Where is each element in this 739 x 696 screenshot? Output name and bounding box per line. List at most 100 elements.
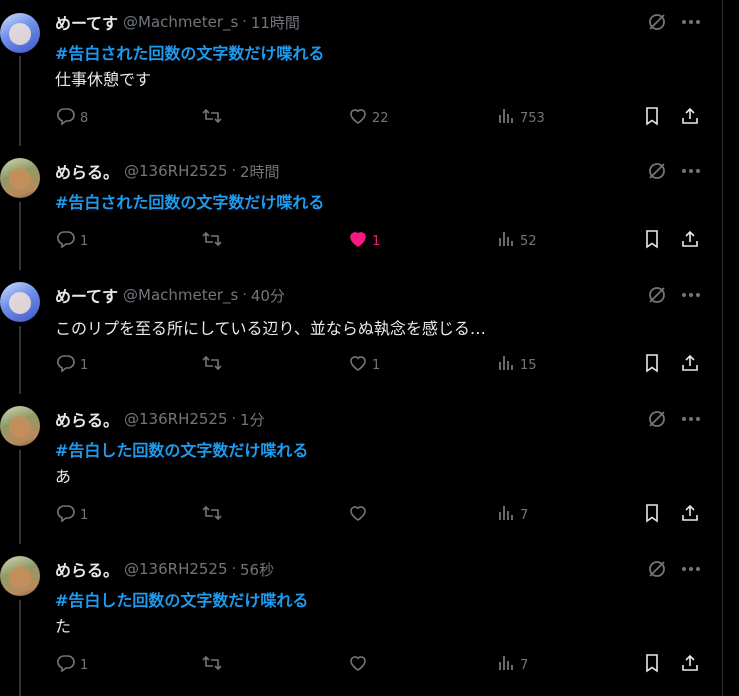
thread-line xyxy=(19,56,21,146)
more-icon[interactable] xyxy=(680,11,702,33)
views-button[interactable]: 7 xyxy=(496,655,528,675)
share-icon xyxy=(680,106,700,130)
tweet-header: めらる。 @136RH2525 · 2時間 xyxy=(55,160,280,182)
bookmark-icon xyxy=(642,503,662,527)
timestamp[interactable]: 40分 xyxy=(251,285,285,306)
reply-icon xyxy=(56,106,76,130)
reply-button[interactable]: 8 xyxy=(56,108,88,128)
bookmark-button[interactable] xyxy=(642,229,662,253)
like-count: 22 xyxy=(372,110,389,126)
more-icon[interactable] xyxy=(680,160,702,182)
tweet[interactable]: めーてす @Machmeter_s · 40分 このリプを至る所にしている辺り、… xyxy=(0,270,723,394)
separator: · xyxy=(231,163,236,179)
like-button[interactable]: 1 xyxy=(348,231,380,251)
hashtag[interactable]: #告白した回数の文字数だけ喋れる xyxy=(55,437,308,461)
hashtag[interactable]: #告白した回数の文字数だけ喋れる xyxy=(55,587,308,611)
share-button[interactable] xyxy=(680,106,700,130)
reply-button[interactable]: 1 xyxy=(56,505,88,525)
views-icon xyxy=(496,229,516,253)
tweet-text: た xyxy=(55,617,72,636)
retweet-icon xyxy=(201,106,223,130)
share-button[interactable] xyxy=(680,654,700,675)
like-button[interactable]: 22 xyxy=(348,108,389,128)
timestamp[interactable]: 2時間 xyxy=(240,161,280,182)
retweet-button[interactable] xyxy=(201,655,227,675)
author-handle[interactable]: @Machmeter_s xyxy=(123,286,238,304)
retweet-icon xyxy=(201,229,223,253)
thread-line xyxy=(19,450,21,544)
views-button[interactable]: 52 xyxy=(496,231,537,251)
tweet[interactable]: めらる。 @136RH2525 · 1分 #告白した回数の文字数だけ喋れる あ … xyxy=(0,394,723,544)
retweet-button[interactable] xyxy=(201,231,227,251)
avatar[interactable] xyxy=(0,282,40,322)
tweet[interactable]: めらる。 @136RH2525 · 56秒 #告白した回数の文字数だけ喋れる た… xyxy=(0,544,723,696)
separator: · xyxy=(231,561,236,577)
timeline: めーてす @Machmeter_s · 11時間 #告白された回数の文字数だけ喋… xyxy=(0,0,723,696)
retweet-icon xyxy=(201,503,223,527)
author-name[interactable]: めらる。 xyxy=(55,159,119,183)
bookmark-button[interactable] xyxy=(642,654,662,675)
author-handle[interactable]: @136RH2525 xyxy=(124,410,228,428)
like-button[interactable] xyxy=(348,655,372,675)
views-count: 52 xyxy=(520,233,537,249)
views-count: 7 xyxy=(520,507,529,523)
more-icon[interactable] xyxy=(680,558,702,580)
like-button[interactable] xyxy=(348,505,372,525)
separator: · xyxy=(231,411,236,427)
avatar[interactable] xyxy=(0,556,40,596)
share-button[interactable] xyxy=(680,504,700,525)
author-name[interactable]: めーてす xyxy=(55,10,118,34)
retweet-icon xyxy=(201,353,223,377)
reply-button[interactable]: 1 xyxy=(56,355,88,375)
reply-count: 1 xyxy=(80,507,89,523)
reply-count: 1 xyxy=(80,657,89,673)
author-name[interactable]: めーてす xyxy=(55,283,118,307)
like-button[interactable]: 1 xyxy=(348,355,380,375)
avatar[interactable] xyxy=(0,158,40,198)
more-icon[interactable] xyxy=(680,284,702,306)
share-button[interactable] xyxy=(680,230,700,251)
hashtag[interactable]: #告白された回数の文字数だけ喋れる xyxy=(55,189,324,213)
author-handle[interactable]: @Machmeter_s xyxy=(123,13,238,31)
author-name[interactable]: めらる。 xyxy=(55,407,119,431)
grok-icon[interactable] xyxy=(646,160,668,182)
like-icon xyxy=(348,229,368,253)
tweet[interactable]: めーてす @Machmeter_s · 11時間 #告白された回数の文字数だけ喋… xyxy=(0,0,723,146)
grok-icon[interactable] xyxy=(646,408,668,430)
retweet-button[interactable] xyxy=(201,355,227,375)
bookmark-icon xyxy=(642,229,662,253)
grok-icon[interactable] xyxy=(646,11,668,33)
views-button[interactable]: 15 xyxy=(496,355,537,375)
author-handle[interactable]: @136RH2525 xyxy=(124,560,228,578)
timestamp[interactable]: 1分 xyxy=(240,409,265,430)
like-icon xyxy=(348,653,368,677)
grok-icon[interactable] xyxy=(646,284,668,306)
retweet-button[interactable] xyxy=(201,505,227,525)
bookmark-button[interactable] xyxy=(642,354,662,375)
hashtag[interactable]: #告白された回数の文字数だけ喋れる xyxy=(55,40,324,64)
views-icon xyxy=(496,106,516,130)
retweet-button[interactable] xyxy=(201,108,227,128)
bookmark-button[interactable] xyxy=(642,503,662,527)
share-button[interactable] xyxy=(680,354,700,375)
views-button[interactable]: 753 xyxy=(496,108,545,128)
reply-button[interactable]: 1 xyxy=(56,231,88,251)
reply-button[interactable]: 1 xyxy=(56,655,88,675)
bookmark-icon xyxy=(642,106,662,130)
views-icon xyxy=(496,353,516,377)
thread-line xyxy=(19,202,21,270)
retweet-icon xyxy=(201,653,223,677)
separator: · xyxy=(242,287,247,303)
tweet[interactable]: めらる。 @136RH2525 · 2時間 #告白された回数の文字数だけ喋れる … xyxy=(0,146,723,270)
timestamp[interactable]: 11時間 xyxy=(251,12,300,33)
timestamp[interactable]: 56秒 xyxy=(240,559,274,580)
views-button[interactable]: 7 xyxy=(496,505,528,525)
author-handle[interactable]: @136RH2525 xyxy=(124,162,228,180)
author-name[interactable]: めらる。 xyxy=(55,557,119,581)
grok-icon[interactable] xyxy=(646,558,668,580)
more-icon[interactable] xyxy=(680,408,702,430)
avatar[interactable] xyxy=(0,13,40,53)
avatar[interactable] xyxy=(0,406,40,446)
like-icon xyxy=(348,106,368,130)
bookmark-button[interactable] xyxy=(642,106,662,130)
